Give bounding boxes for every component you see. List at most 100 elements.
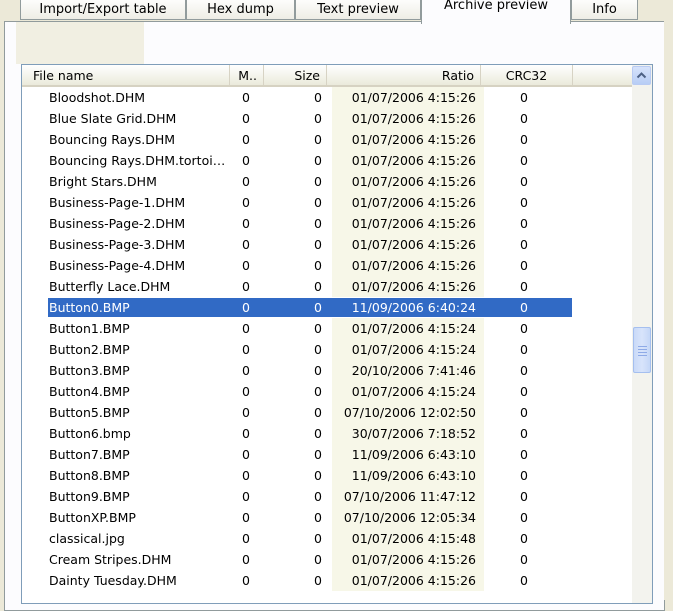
m-cell: 0	[242, 216, 250, 231]
vertical-scrollbar[interactable]	[632, 65, 652, 603]
list-item[interactable]: Cream Stripes.DHM 0 0 01/07/2006 4:15:26 0	[22, 549, 632, 570]
date-cell: 01/07/2006 4:15:26	[351, 111, 476, 126]
crc32-cell: 0	[520, 195, 528, 210]
date-cell: 01/07/2006 4:15:26	[351, 279, 476, 294]
file-name-cell: Bright Stars.DHM	[49, 174, 157, 189]
file-name-cell: Button3.BMP	[49, 363, 130, 378]
archive-file-list[interactable]: File name M.. Size Ratio CRC32 Bloodshot…	[21, 64, 653, 604]
m-cell: 0	[242, 237, 250, 252]
list-item[interactable]: Blue Slate Grid.DHM 0 0 01/07/2006 4:15:26 0	[22, 108, 632, 129]
file-name-cell: Bouncing Rays.DHM	[49, 132, 176, 147]
crc32-cell: 0	[520, 468, 528, 483]
crc32-cell: 0	[520, 447, 528, 462]
tab-archive-preview[interactable]: Archive preview	[421, 0, 571, 24]
list-item[interactable]: classical.jpg 0 0 01/07/2006 4:15:48 0	[22, 528, 632, 549]
list-header: File name M.. Size Ratio CRC32	[22, 65, 632, 87]
tab-import-export-table[interactable]: Import/Export table	[20, 0, 186, 20]
m-cell: 0	[242, 573, 250, 588]
list-item[interactable]: Button0.BMP 0 0 11/09/2006 6:40:24 0	[22, 297, 632, 318]
file-name-cell: ButtonXP.BMP	[49, 510, 136, 525]
size-cell: 0	[314, 510, 322, 525]
m-cell: 0	[242, 531, 250, 546]
size-cell: 0	[314, 195, 322, 210]
file-name-cell: Button0.BMP	[49, 300, 130, 315]
m-cell: 0	[242, 132, 250, 147]
list-item[interactable]: Button4.BMP 0 0 01/07/2006 4:15:24 0	[22, 381, 632, 402]
list-item[interactable]: Button2.BMP 0 0 01/07/2006 4:15:24 0	[22, 339, 632, 360]
file-name-cell: Business-Page-2.DHM	[49, 216, 186, 231]
file-name-cell: Business-Page-3.DHM	[49, 237, 186, 252]
date-cell: 07/10/2006 12:02:50	[343, 405, 476, 420]
date-cell: 07/10/2006 12:05:34	[343, 510, 476, 525]
m-cell: 0	[242, 258, 250, 273]
list-item[interactable]: Bloodshot.DHM 0 0 01/07/2006 4:15:26 0	[22, 87, 632, 108]
m-cell: 0	[242, 384, 250, 399]
list-item[interactable]: Business-Page-4.DHM 0 0 01/07/2006 4:15:26 0	[22, 255, 632, 276]
date-cell: 01/07/2006 4:15:26	[351, 195, 476, 210]
scroll-up-button[interactable]	[632, 66, 651, 85]
file-name-cell: Button8.BMP	[49, 468, 130, 483]
scroll-thumb[interactable]	[633, 327, 651, 373]
tab-label: Info	[592, 2, 617, 17]
column-header-file-name[interactable]: File name	[22, 65, 230, 85]
file-name-cell: Business-Page-1.DHM	[49, 195, 186, 210]
crc32-cell: 0	[520, 321, 528, 336]
list-item[interactable]: Button7.BMP 0 0 11/09/2006 6:43:10 0	[22, 444, 632, 465]
crc32-cell: 0	[520, 111, 528, 126]
size-cell: 0	[314, 489, 322, 504]
crc32-cell: 0	[520, 132, 528, 147]
list-item[interactable]: Button8.BMP 0 0 11/09/2006 6:43:10 0	[22, 465, 632, 486]
date-cell: 01/07/2006 4:15:26	[351, 132, 476, 147]
crc32-cell: 0	[520, 573, 528, 588]
date-cell: 11/09/2006 6:43:10	[351, 468, 476, 483]
m-cell: 0	[242, 363, 250, 378]
tab-hex-dump[interactable]: Hex dump	[186, 0, 295, 20]
list-item[interactable]: Bouncing Rays.DHM 0 0 01/07/2006 4:15:26 0	[22, 129, 632, 150]
grip-icon	[638, 355, 647, 356]
list-item[interactable]: Business-Page-2.DHM 0 0 01/07/2006 4:15:26 0	[22, 213, 632, 234]
file-name-cell: Dainty Tuesday.DHM	[49, 573, 177, 588]
list-item[interactable]: Bouncing Rays.DHM.tortoi… 0 0 01/07/2006 4:…	[22, 150, 632, 171]
size-cell: 0	[314, 90, 322, 105]
tab-info[interactable]: Info	[571, 0, 638, 20]
date-cell: 20/10/2006 7:41:46	[351, 363, 476, 378]
column-header-size[interactable]: Size	[264, 65, 327, 85]
file-name-cell: classical.jpg	[49, 531, 125, 546]
column-header-ratio[interactable]: Ratio	[327, 65, 481, 85]
list-item[interactable]: Button3.BMP 0 0 20/10/2006 7:41:46 0	[22, 360, 632, 381]
m-cell: 0	[242, 90, 250, 105]
list-item[interactable]: Business-Page-1.DHM 0 0 01/07/2006 4:15:26 0	[22, 192, 632, 213]
list-item[interactable]: ButtonXP.BMP 0 0 07/10/2006 12:05:34 0	[22, 507, 632, 528]
crc32-cell: 0	[520, 384, 528, 399]
size-cell: 0	[314, 342, 322, 357]
column-header-crc32[interactable]: CRC32	[481, 65, 573, 85]
size-cell: 0	[314, 321, 322, 336]
date-cell: 01/07/2006 4:15:26	[351, 258, 476, 273]
m-cell: 0	[242, 174, 250, 189]
tab-text-preview[interactable]: Text preview	[295, 0, 421, 20]
column-header-label: Size	[294, 68, 320, 83]
list-item[interactable]: Business-Page-3.DHM 0 0 01/07/2006 4:15:26 0	[22, 234, 632, 255]
m-cell: 0	[242, 489, 250, 504]
date-cell: 11/09/2006 6:40:24	[351, 300, 476, 315]
list-item[interactable]: Button5.BMP 0 0 07/10/2006 12:02:50 0	[22, 402, 632, 423]
size-cell: 0	[314, 279, 322, 294]
file-name-cell: Button2.BMP	[49, 342, 130, 357]
crc32-cell: 0	[520, 258, 528, 273]
list-item[interactable]: Dainty Tuesday.DHM 0 0 01/07/2006 4:15:26 0	[22, 570, 632, 591]
list-item[interactable]: Button6.bmp 0 0 30/07/2006 7:18:52 0	[22, 423, 632, 444]
list-item[interactable]: Button1.BMP 0 0 01/07/2006 4:15:24 0	[22, 318, 632, 339]
crc32-cell: 0	[520, 405, 528, 420]
size-cell: 0	[314, 447, 322, 462]
grip-icon	[638, 352, 647, 353]
size-cell: 0	[314, 300, 322, 315]
list-item[interactable]: Button9.BMP 0 0 07/10/2006 11:47:12 0	[22, 486, 632, 507]
column-header-label: File name	[33, 68, 94, 83]
list-item[interactable]: Bright Stars.DHM 0 0 01/07/2006 4:15:26 0	[22, 171, 632, 192]
column-header-label: CRC32	[505, 68, 548, 83]
crc32-cell: 0	[520, 216, 528, 231]
column-header-m[interactable]: M..	[230, 65, 264, 85]
list-item[interactable]: Butterfly Lace.DHM 0 0 01/07/2006 4:15:26 0	[22, 276, 632, 297]
date-cell: 01/07/2006 4:15:24	[351, 342, 476, 357]
m-cell: 0	[242, 300, 250, 315]
